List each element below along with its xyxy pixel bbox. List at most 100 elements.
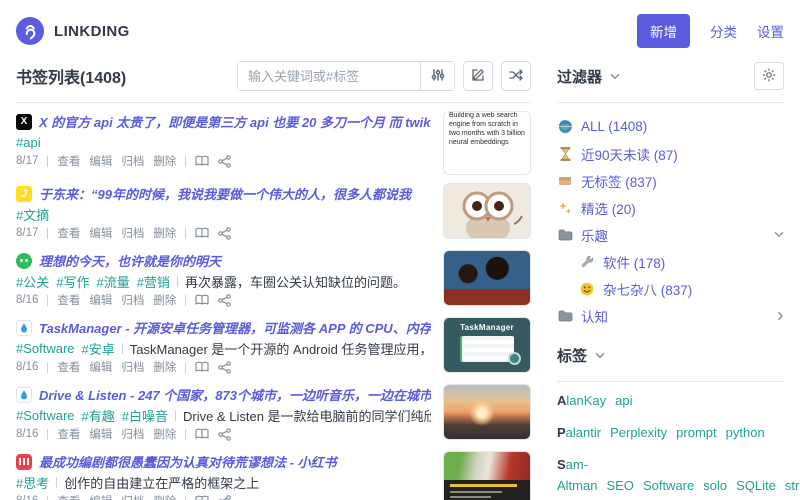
chevron-down-icon[interactable]: [595, 352, 605, 359]
tag-link[interactable]: stripe: [785, 478, 800, 493]
tags-header: 标签: [557, 339, 784, 371]
filter-item-all[interactable]: ALL (1408): [557, 113, 784, 140]
thumbnail-taskmanager[interactable]: TaskManager: [443, 317, 531, 373]
tag-link[interactable]: Palantir: [557, 425, 601, 440]
view-link[interactable]: 查看: [57, 153, 80, 169]
bookmark-tag[interactable]: #文摘: [16, 205, 49, 224]
reader-book-icon[interactable]: [195, 495, 209, 500]
delete-link[interactable]: 删除: [153, 153, 176, 169]
brand[interactable]: LINKDING: [16, 17, 130, 45]
bookmark-title-link[interactable]: X 的官方 api 太贵了，即便是第三方 api 也要 20 多刀一个月 而 t…: [39, 112, 431, 131]
archive-link[interactable]: 归档: [121, 292, 144, 308]
thumbnail-children-photo[interactable]: [443, 250, 531, 306]
share-icon[interactable]: [218, 427, 232, 441]
view-link[interactable]: 查看: [57, 493, 80, 500]
bookmark-item: 最成功编剧都很愚蠢因为认真对待荒谬想法 - 小红书 #思考 创作的自由建立在严格…: [16, 451, 531, 500]
bookmark-title-link[interactable]: TaskManager - 开源安卓任务管理器，可监测各 APP 的 CPU、内…: [39, 318, 431, 337]
bookmark-tag[interactable]: #白噪音: [122, 406, 168, 425]
edit-link[interactable]: 编辑: [89, 225, 112, 241]
tag-link[interactable]: SEO: [606, 478, 633, 493]
tag-link[interactable]: prompt: [676, 425, 716, 440]
bookmark-title-link[interactable]: 理想的今天，也许就是你的明天: [39, 251, 431, 270]
view-link[interactable]: 查看: [57, 426, 80, 442]
thumbnail-owl-illustration[interactable]: [443, 183, 531, 239]
random-shuffle-button[interactable]: [501, 61, 531, 91]
edit-link[interactable]: 编辑: [89, 426, 112, 442]
bookmark-tag[interactable]: #有趣: [82, 406, 115, 425]
reader-book-icon[interactable]: [195, 294, 209, 306]
tag-link[interactable]: python: [726, 425, 765, 440]
tag-link[interactable]: solo: [703, 478, 727, 493]
reader-book-icon[interactable]: [195, 227, 209, 239]
bookmark-tag[interactable]: #写作: [56, 272, 89, 291]
filter-item-featured[interactable]: 精选 (20): [557, 194, 784, 221]
tag-link[interactable]: Perplexity: [610, 425, 667, 440]
tag-link[interactable]: SQLite: [736, 478, 776, 493]
bookmark-meta: 8/16 查看 编辑 归档 删除: [16, 425, 431, 443]
filter-item-untagged[interactable]: 无标签 (837): [557, 167, 784, 194]
bookmark-tag[interactable]: #api: [16, 135, 41, 150]
archive-link[interactable]: 归档: [121, 493, 144, 500]
bookmark-tag[interactable]: #营销: [137, 272, 170, 291]
delete-link[interactable]: 删除: [153, 292, 176, 308]
edit-link[interactable]: 编辑: [89, 153, 112, 169]
delete-link[interactable]: 删除: [153, 426, 176, 442]
categories-link[interactable]: 分类: [710, 21, 737, 41]
delete-link[interactable]: 删除: [153, 225, 176, 241]
bookmark-tag[interactable]: #思考: [16, 473, 49, 492]
archive-link[interactable]: 归档: [121, 225, 144, 241]
filter-item-software[interactable]: 软件 (178): [557, 248, 784, 275]
filter-item-misc[interactable]: 杂七杂八 (837): [557, 275, 784, 302]
xiaohongshu-favicon: [16, 453, 32, 470]
chevron-right-icon[interactable]: [777, 311, 784, 321]
tag-link[interactable]: AlanKay: [557, 393, 606, 408]
filter-settings-button[interactable]: [754, 62, 784, 90]
chevron-down-icon[interactable]: [610, 73, 620, 80]
thumbnail-city-sunset[interactable]: [443, 384, 531, 440]
filter-folder-fun[interactable]: 乐趣: [557, 221, 784, 248]
settings-link[interactable]: 设置: [757, 21, 784, 41]
edit-search-button[interactable]: [463, 61, 493, 91]
bookmark-tag[interactable]: #Software: [16, 408, 75, 423]
edit-link[interactable]: 编辑: [89, 359, 112, 375]
add-bookmark-button[interactable]: 新增: [637, 14, 690, 48]
bookmark-title-link[interactable]: Drive & Listen - 247 个国家，873个城市，一边听音乐，一边…: [39, 385, 431, 404]
archive-link[interactable]: 归档: [121, 359, 144, 375]
view-link[interactable]: 查看: [57, 359, 80, 375]
edit-link[interactable]: 编辑: [89, 292, 112, 308]
archive-link[interactable]: 归档: [121, 426, 144, 442]
view-link[interactable]: 查看: [57, 292, 80, 308]
delete-link[interactable]: 删除: [153, 359, 176, 375]
share-icon[interactable]: [218, 154, 232, 168]
filter-item-unread-90d[interactable]: 近90天未读 (87): [557, 140, 784, 167]
reader-book-icon[interactable]: [195, 155, 209, 167]
search-input[interactable]: [238, 62, 420, 90]
thumbnail-search-engine-article[interactable]: Building a web search engine from scratc…: [443, 111, 531, 175]
bookmark-tag[interactable]: #公关: [16, 272, 49, 291]
tag-link[interactable]: Sam-Altman: [557, 457, 597, 493]
share-icon[interactable]: [218, 226, 232, 240]
view-link[interactable]: 查看: [57, 225, 80, 241]
search-filter-button[interactable]: [420, 62, 454, 90]
bookmark-title-link[interactable]: 最成功编剧都很愚蠢因为认真对待荒谬想法 - 小红书: [39, 452, 431, 471]
delete-link[interactable]: 删除: [153, 493, 176, 500]
share-icon[interactable]: [218, 293, 232, 307]
share-icon[interactable]: [218, 494, 232, 500]
bookmark-tag[interactable]: #安卓: [82, 339, 115, 358]
edit-link[interactable]: 编辑: [89, 493, 112, 500]
filter-label: 近90天未读 (87): [581, 147, 678, 163]
bookmark-item: 理想的今天，也许就是你的明天 #公关 #写作 #流量 #营销 再次暴露，车圈公关…: [16, 250, 531, 309]
filter-folder-cognition[interactable]: 认知: [557, 302, 784, 329]
bookmark-tag[interactable]: #Software: [16, 341, 75, 356]
bookmark-title-link[interactable]: 于东来：“99年的时候，我说我要做一个伟大的人，很多人都说我: [39, 184, 431, 203]
thumbnail-xiaohongshu-post[interactable]: [443, 451, 531, 500]
tag-link[interactable]: Software: [643, 478, 694, 493]
archive-link[interactable]: 归档: [121, 153, 144, 169]
tag-link[interactable]: api: [615, 393, 632, 408]
share-icon[interactable]: [218, 360, 232, 374]
reader-book-icon[interactable]: [195, 361, 209, 373]
tag-group: Palantir Perplexity prompt python: [557, 422, 784, 443]
reader-book-icon[interactable]: [195, 428, 209, 440]
chevron-down-icon[interactable]: [774, 231, 784, 238]
bookmark-tag[interactable]: #流量: [96, 272, 129, 291]
